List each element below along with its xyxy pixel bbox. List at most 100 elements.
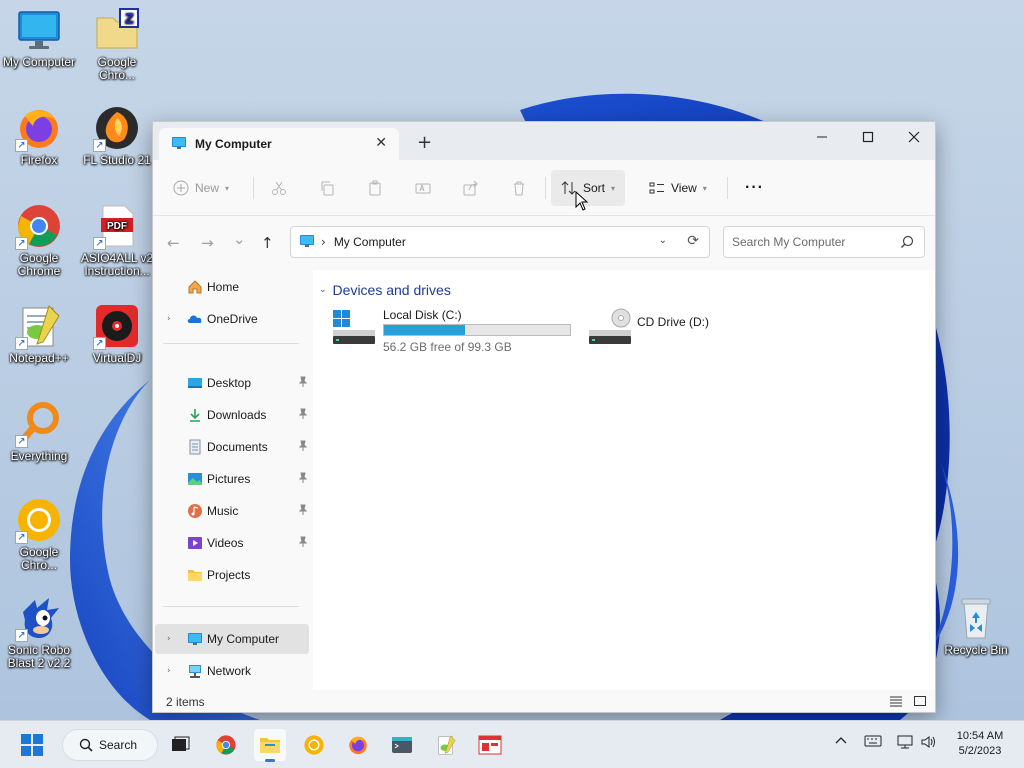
taskbar-terminal[interactable]: [386, 729, 418, 761]
taskbar-chrome[interactable]: [210, 729, 242, 761]
sidebar-item-my-computer[interactable]: › My Computer: [155, 624, 309, 654]
refresh-icon[interactable]: ⟳: [687, 233, 699, 249]
close-tab-icon[interactable]: ✕: [375, 135, 387, 151]
taskbar-app-window[interactable]: [474, 729, 506, 761]
sidebar-item-label: Downloads: [207, 408, 267, 422]
desktop-icon-label: Google Chro...: [97, 55, 137, 82]
sidebar-item-downloads[interactable]: Downloads: [155, 400, 309, 430]
monitor-icon: [171, 135, 187, 154]
address-history-chevron-icon[interactable]: ⌄: [659, 235, 667, 246]
sidebar-divider: [163, 606, 299, 607]
desktop-icon-firefox[interactable]: Firefox: [0, 104, 78, 167]
rename-button[interactable]: [415, 170, 431, 206]
pdf-file-icon: PDF: [93, 202, 141, 250]
maximize-button[interactable]: [845, 122, 891, 152]
system-clock[interactable]: 10:54 AM 5/2/2023: [948, 729, 1012, 759]
expand-chevron-icon[interactable]: ›: [167, 666, 171, 676]
chrome-canary-icon: [15, 496, 63, 544]
sidebar-item-network[interactable]: › Network: [155, 656, 309, 686]
sidebar-item-documents[interactable]: Documents: [155, 432, 309, 462]
collapse-chevron-icon[interactable]: ⌄: [319, 285, 327, 295]
pin-icon[interactable]: [297, 376, 309, 391]
pin-icon[interactable]: [297, 504, 309, 519]
chrome-icon: [216, 735, 236, 755]
desktop-icon-sonic-robo-blast[interactable]: Sonic Robo Blast 2 v2.2: [0, 594, 78, 670]
details-view-icon[interactable]: [889, 695, 903, 710]
taskbar-chrome-canary[interactable]: [298, 729, 330, 761]
pin-icon[interactable]: [297, 536, 309, 551]
desktop-icon-asio4all[interactable]: PDF ASIO4ALL v2 Instruction...: [78, 202, 156, 278]
taskbar-search-button[interactable]: Search: [62, 729, 158, 761]
drive-cd-drive-d[interactable]: CD Drive (D:): [587, 308, 747, 368]
recent-locations-icon[interactable]: ⌄: [233, 230, 246, 248]
tiles-view-icon[interactable]: [913, 695, 927, 710]
desktop-icon-google-chrome-zip[interactable]: Z Google Chro...: [78, 6, 156, 82]
new-button-label: New: [195, 181, 220, 195]
desktop-icon-label: VirtualDJ: [92, 351, 142, 365]
taskbar-firefox[interactable]: [342, 729, 374, 761]
breadcrumb-my-computer[interactable]: My Computer: [334, 235, 406, 249]
show-hidden-icons-chevron-icon[interactable]: [834, 734, 848, 751]
task-view-button[interactable]: [164, 729, 196, 761]
sidebar-item-label: Pictures: [207, 472, 251, 486]
search-input[interactable]: [732, 235, 892, 249]
desktop-icon-recycle-bin[interactable]: Recycle Bin: [936, 594, 1016, 657]
notepad-plus-plus-icon: [15, 302, 63, 350]
volume-icon[interactable]: [920, 734, 938, 753]
view-button[interactable]: View ▾: [649, 170, 707, 206]
desktop-icon-google-chrome-canary[interactable]: Google Chro...: [0, 496, 78, 572]
forward-arrow-icon[interactable]: →: [201, 234, 214, 252]
start-button[interactable]: [16, 729, 48, 761]
cut-button[interactable]: [271, 170, 287, 206]
sonic-icon: [15, 594, 63, 642]
up-arrow-icon[interactable]: ↑: [261, 234, 274, 252]
expand-chevron-icon[interactable]: ›: [167, 314, 171, 324]
tab-my-computer[interactable]: My Computer ✕: [159, 128, 399, 160]
desktop-icon-fl-studio[interactable]: FL Studio 21: [78, 104, 156, 167]
file-explorer-window: My Computer ✕ + New ▾ Sort ▾ View ▾ ··· …: [152, 121, 936, 713]
breadcrumb-chevron-icon[interactable]: ›: [321, 235, 326, 249]
sidebar-item-onedrive[interactable]: › OneDrive: [155, 304, 309, 334]
shortcut-arrow-icon: [15, 629, 28, 642]
sidebar-item-home[interactable]: Home: [155, 272, 309, 302]
back-arrow-icon[interactable]: ←: [167, 234, 180, 252]
sidebar-item-projects[interactable]: Projects: [155, 560, 309, 590]
sidebar-item-pictures[interactable]: Pictures: [155, 464, 309, 494]
desktop-icon-everything[interactable]: Everything: [0, 400, 78, 463]
share-button[interactable]: [463, 170, 479, 206]
new-button[interactable]: New ▾: [173, 170, 229, 206]
close-window-button[interactable]: [891, 122, 937, 152]
desktop-icon-notepad-plus-plus[interactable]: Notepad++: [0, 302, 78, 365]
minimize-button[interactable]: [799, 122, 845, 152]
copy-button[interactable]: [319, 170, 335, 206]
pin-icon[interactable]: [297, 408, 309, 423]
rename-icon: [415, 183, 431, 194]
keyboard-icon[interactable]: [864, 734, 882, 751]
delete-button[interactable]: [511, 170, 527, 206]
desktop-icon-google-chrome[interactable]: Google Chrome: [0, 202, 78, 278]
group-header-devices-drives[interactable]: ⌄ Devices and drives: [319, 282, 451, 298]
chrome-canary-icon: [304, 735, 324, 755]
sidebar-item-desktop[interactable]: Desktop: [155, 368, 309, 398]
paste-button[interactable]: [367, 170, 383, 206]
share-icon: [463, 180, 478, 196]
search-box[interactable]: [723, 226, 925, 258]
sidebar-item-music[interactable]: Music: [155, 496, 309, 526]
drive-local-disk-c[interactable]: Local Disk (C:) 56.2 GB free of 99.3 GB: [331, 308, 581, 368]
network-status-icon[interactable]: [896, 734, 914, 753]
more-options-button[interactable]: ···: [745, 170, 764, 206]
taskbar-file-explorer[interactable]: [254, 729, 286, 762]
desktop-icon-virtualdj[interactable]: VirtualDJ: [78, 302, 156, 365]
monitor-icon: [299, 233, 315, 252]
search-icon: [900, 235, 914, 252]
sidebar-item-videos[interactable]: Videos: [155, 528, 309, 558]
address-bar[interactable]: › My Computer ⌄ ⟳: [290, 226, 710, 258]
new-tab-button[interactable]: +: [417, 134, 432, 152]
drive-usage-bar: [383, 324, 571, 336]
taskbar-notepad-plus-plus[interactable]: [430, 729, 462, 761]
desktop-icon-my-computer[interactable]: My Computer: [0, 6, 78, 69]
expand-chevron-icon[interactable]: ›: [167, 634, 171, 644]
pin-icon[interactable]: [297, 440, 309, 455]
cd-drive-icon: [587, 308, 631, 351]
pin-icon[interactable]: [297, 472, 309, 487]
